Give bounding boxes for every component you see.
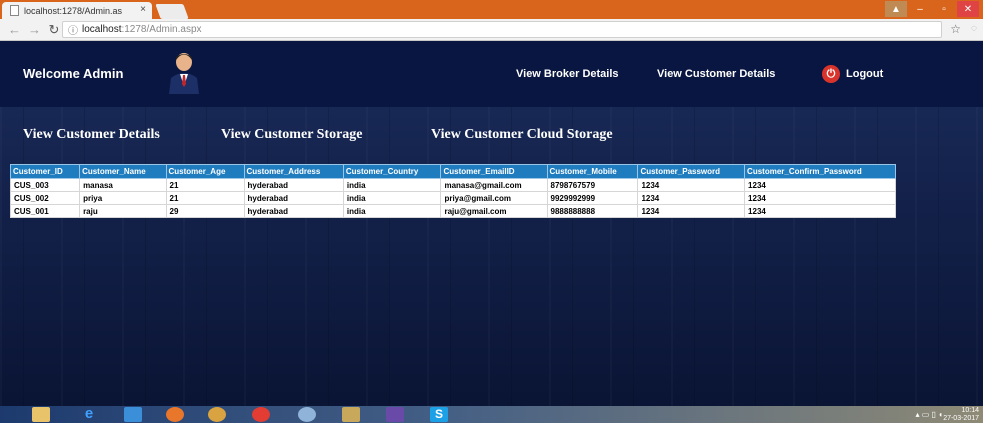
- window-controls: ▲ – ▫ ✕: [885, 1, 979, 17]
- table-cell: 1234: [637, 204, 746, 218]
- table-cell: 1234: [744, 204, 896, 218]
- section-view-customer-storage[interactable]: View Customer Storage: [221, 127, 363, 143]
- table-cell: priya: [79, 191, 167, 205]
- firefox-icon[interactable]: [166, 407, 184, 422]
- section-view-customer-cloud-storage[interactable]: View Customer Cloud Storage: [431, 127, 613, 143]
- page-icon: [10, 5, 19, 16]
- table-cell: 21: [165, 178, 245, 192]
- user-icon[interactable]: ▲: [885, 1, 907, 17]
- col-customer-mobile: Customer_Mobile: [546, 164, 639, 179]
- system-tray[interactable]: ▴ ▭ ▯ ◖: [916, 410, 943, 419]
- table-cell: raju: [79, 204, 167, 218]
- view-broker-details-link[interactable]: View Broker Details: [516, 68, 619, 80]
- tool-icon[interactable]: [342, 407, 360, 422]
- bookmark-star-icon[interactable]: ☆: [950, 22, 961, 36]
- browser-tab[interactable]: localhost:1278/Admin.as ×: [2, 2, 152, 19]
- address-bar: ← → ↻ ⓘ localhost:1278/Admin.aspx ☆ ◌: [0, 19, 983, 41]
- table-cell: india: [342, 204, 442, 218]
- col-customer-country: Customer_Country: [342, 164, 442, 179]
- table-cell: india: [342, 178, 442, 192]
- table-cell: 9929992999: [546, 191, 639, 205]
- table-cell: 1234: [637, 178, 746, 192]
- new-tab-button[interactable]: [155, 4, 189, 19]
- url-host: localhost: [82, 24, 122, 35]
- col-customer-age: Customer_Age: [165, 164, 245, 179]
- extension-icon[interactable]: ◌: [971, 23, 977, 34]
- table-cell: 1234: [744, 178, 896, 192]
- back-icon[interactable]: ←: [8, 22, 21, 37]
- windows-taskbar: e S ▴ ▭ ▯ ◖ 10:14 27-03-2017: [0, 406, 983, 423]
- col-customer-name: Customer_Name: [79, 164, 167, 179]
- customer-table: Customer_ID Customer_Name Customer_Age C…: [9, 164, 896, 218]
- table-cell: CUS_001: [9, 204, 81, 218]
- table-cell: 1234: [744, 191, 896, 205]
- forward-icon[interactable]: →: [28, 22, 41, 37]
- table-cell: hyderabad: [243, 204, 344, 218]
- table-cell: CUS_003: [9, 178, 81, 192]
- logout-link[interactable]: Logout: [846, 68, 883, 80]
- table-cell: hyderabad: [243, 178, 344, 192]
- col-customer-emailid: Customer_EmailID: [440, 164, 548, 179]
- col-customer-password: Customer_Password: [637, 164, 746, 179]
- table-cell: raju@gmail.com: [440, 204, 548, 218]
- col-customer-confirm-password: Customer_Confirm_Password: [744, 164, 896, 179]
- maximize-icon[interactable]: ▫: [933, 1, 955, 17]
- skype-icon[interactable]: S: [430, 407, 448, 422]
- table-cell: manasa@gmail.com: [440, 178, 548, 192]
- close-icon[interactable]: ✕: [957, 1, 979, 17]
- col-customer-address: Customer_Address: [243, 164, 344, 179]
- internet-explorer-icon[interactable]: e: [80, 406, 98, 422]
- section-view-customer-details[interactable]: View Customer Details: [23, 127, 160, 143]
- admin-header: Welcome Admin View Broker Details View C…: [0, 41, 983, 107]
- clock[interactable]: 10:14 27-03-2017: [943, 407, 979, 423]
- table-cell: 29: [165, 204, 245, 218]
- welcome-text: Welcome Admin: [23, 66, 124, 81]
- col-customer-id: Customer_ID: [9, 164, 81, 179]
- power-icon[interactable]: ⏻: [822, 65, 840, 83]
- reload-icon[interactable]: ↻: [48, 22, 60, 38]
- table-row: CUS_003 manasa 21 hyderabad india manasa…: [9, 178, 896, 192]
- info-icon[interactable]: ⓘ: [68, 22, 78, 37]
- file-explorer-icon[interactable]: [32, 407, 50, 422]
- url-path: :1278/Admin.aspx: [121, 24, 202, 35]
- desktop-icon[interactable]: [124, 407, 142, 422]
- table-cell: 21: [165, 191, 245, 205]
- visual-studio-icon[interactable]: [386, 407, 404, 422]
- table-cell: 8798767579: [546, 178, 639, 192]
- table-row: CUS_002 priya 21 hyderabad india priya@g…: [9, 191, 896, 205]
- table-cell: india: [342, 191, 442, 205]
- page-body: Welcome Admin View Broker Details View C…: [0, 41, 983, 406]
- table-cell: 1234: [637, 191, 746, 205]
- clock-time: 10:14: [961, 407, 979, 414]
- minimize-icon[interactable]: –: [909, 1, 931, 17]
- table-cell: 9888888888: [546, 204, 639, 218]
- url-field[interactable]: ⓘ localhost:1278/Admin.aspx: [62, 21, 942, 38]
- table-cell: hyderabad: [243, 191, 344, 205]
- clock-date: 27-03-2017: [943, 415, 979, 422]
- view-customer-details-link[interactable]: View Customer Details: [657, 68, 775, 80]
- app-icon[interactable]: [208, 407, 226, 422]
- table-cell: manasa: [79, 178, 167, 192]
- url-text: localhost:1278/Admin.aspx: [82, 24, 202, 35]
- network-icon[interactable]: [298, 407, 316, 422]
- table-cell: CUS_002: [9, 191, 81, 205]
- tab-title: localhost:1278/Admin.as: [24, 5, 123, 16]
- tab-close-icon[interactable]: ×: [140, 4, 146, 15]
- browser-tab-bar: localhost:1278/Admin.as × ▲ – ▫ ✕: [0, 0, 983, 19]
- admin-avatar: [169, 53, 199, 94]
- table-cell: priya@gmail.com: [440, 191, 548, 205]
- table-header-row: Customer_ID Customer_Name Customer_Age C…: [9, 164, 896, 179]
- table-row: CUS_001 raju 29 hyderabad india raju@gma…: [9, 204, 896, 218]
- chrome-icon[interactable]: [252, 407, 270, 422]
